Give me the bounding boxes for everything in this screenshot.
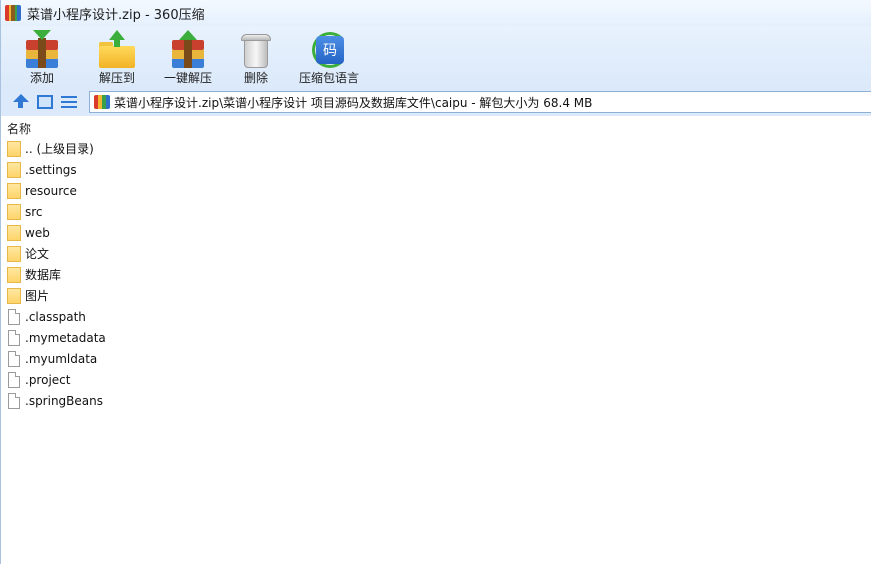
up-arrow-icon bbox=[13, 94, 29, 110]
trash-icon bbox=[236, 30, 276, 68]
folder-icon bbox=[7, 287, 21, 304]
delete-label: 删除 bbox=[243, 71, 268, 85]
add-button[interactable]: 添加 bbox=[17, 26, 67, 86]
file-icon bbox=[8, 308, 20, 325]
file-list: 名称 .. (上级目录) .settings resource src web 论文数据库… bbox=[1, 118, 871, 564]
list-item[interactable]: web bbox=[1, 222, 871, 243]
folder-icon bbox=[7, 224, 21, 241]
window-title: 菜谱小程序设计.zip - 360压缩 bbox=[27, 7, 205, 23]
add-label: 添加 bbox=[29, 71, 54, 85]
archive-language-icon: 码 bbox=[309, 30, 349, 68]
name-column-label: 名称 bbox=[7, 121, 32, 136]
list-item[interactable]: resource bbox=[1, 180, 871, 201]
one-click-extract-icon bbox=[168, 30, 208, 68]
thumbnail-view-icon bbox=[37, 95, 53, 109]
item-name: .classpath bbox=[25, 309, 86, 324]
title-bar: 菜谱小程序设计.zip - 360压缩 bbox=[1, 0, 871, 26]
item-name: resource bbox=[25, 183, 77, 198]
folder-icon bbox=[7, 245, 21, 262]
one-click-extract-button[interactable]: 一键解压 bbox=[155, 26, 221, 86]
toolbar: 添加 解压到 一键解压 删除 码 压缩包语言 bbox=[1, 26, 871, 88]
folder-icon bbox=[7, 140, 21, 157]
path-field[interactable]: 菜谱小程序设计.zip\菜谱小程序设计 项目源码及数据库文件\caipu - 解… bbox=[89, 91, 871, 113]
item-name: 图片 bbox=[25, 289, 50, 303]
extract-to-button[interactable]: 解压到 bbox=[89, 26, 145, 86]
thumbnail-view-button[interactable] bbox=[35, 92, 55, 112]
item-name: .. (上级目录) bbox=[25, 142, 94, 156]
list-view-icon bbox=[61, 95, 77, 109]
file-icon bbox=[8, 371, 20, 388]
item-name: .springBeans bbox=[25, 393, 103, 408]
file-icon bbox=[8, 350, 20, 367]
delete-button[interactable]: 删除 bbox=[227, 26, 285, 86]
app-logo-icon bbox=[5, 5, 21, 21]
archive-language-button[interactable]: 码 压缩包语言 bbox=[293, 26, 365, 86]
item-name: .myumldata bbox=[25, 351, 98, 366]
item-name: .project bbox=[25, 372, 71, 387]
up-level-button[interactable] bbox=[11, 92, 31, 112]
item-name: web bbox=[25, 225, 50, 240]
list-item[interactable]: .classpath bbox=[1, 306, 871, 327]
list-item[interactable]: 数据库 bbox=[1, 264, 871, 285]
folder-icon bbox=[7, 266, 21, 283]
extract-to-icon bbox=[97, 30, 137, 68]
archive-icon bbox=[94, 95, 110, 109]
list-item[interactable]: .myumldata bbox=[1, 348, 871, 369]
list-item[interactable]: 图片 bbox=[1, 285, 871, 306]
list-item[interactable]: .. (上级目录) bbox=[1, 138, 871, 159]
list-item[interactable]: .springBeans bbox=[1, 390, 871, 411]
list-item[interactable]: .project bbox=[1, 369, 871, 390]
item-name: .mymetadata bbox=[25, 330, 106, 345]
list-item[interactable]: .settings bbox=[1, 159, 871, 180]
list-view-button[interactable] bbox=[59, 92, 79, 112]
address-bar: 菜谱小程序设计.zip\菜谱小程序设计 项目源码及数据库文件\caipu - 解… bbox=[1, 88, 871, 116]
item-name: 数据库 bbox=[25, 268, 62, 282]
item-name: 论文 bbox=[25, 247, 50, 261]
item-name: .settings bbox=[25, 162, 77, 177]
list-item[interactable]: src bbox=[1, 201, 871, 222]
list-item[interactable]: 论文 bbox=[1, 243, 871, 264]
folder-icon bbox=[7, 161, 21, 178]
file-icon bbox=[8, 329, 20, 346]
path-text: 菜谱小程序设计.zip\菜谱小程序设计 项目源码及数据库文件\caipu - 解… bbox=[114, 95, 593, 110]
add-archive-icon bbox=[22, 30, 62, 68]
name-column-header[interactable]: 名称 bbox=[1, 118, 871, 138]
extract-to-label: 解压到 bbox=[98, 71, 135, 85]
one-click-extract-label: 一键解压 bbox=[163, 71, 212, 85]
archive-language-label: 压缩包语言 bbox=[298, 71, 359, 85]
folder-icon bbox=[7, 182, 21, 199]
list-item[interactable]: .mymetadata bbox=[1, 327, 871, 348]
archive-window: 菜谱小程序设计.zip - 360压缩 添加 解压到 一键解压 删除 码 压缩包… bbox=[0, 0, 871, 564]
folder-icon bbox=[7, 203, 21, 220]
code-glyph: 码 bbox=[316, 36, 344, 64]
file-icon bbox=[8, 392, 20, 409]
item-name: src bbox=[25, 204, 43, 219]
